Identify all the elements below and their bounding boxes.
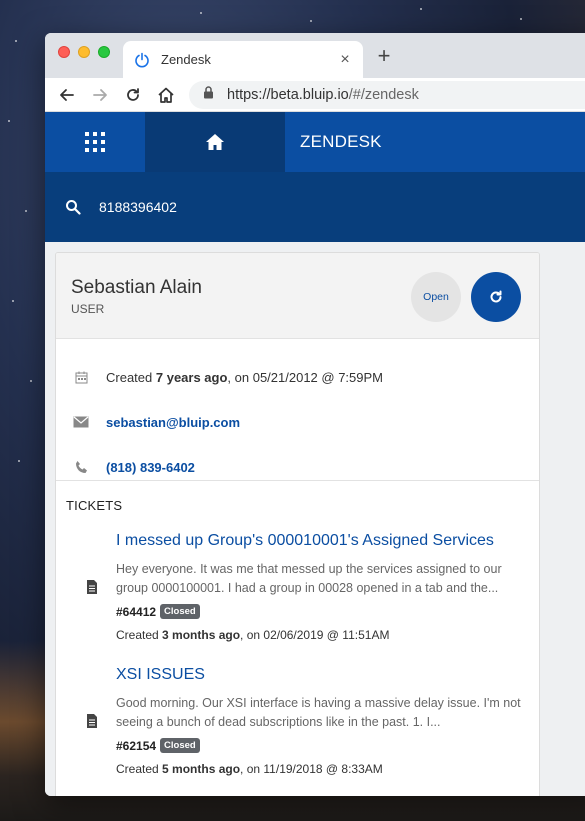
section-divider xyxy=(56,480,539,481)
url-host: beta.bluip.io xyxy=(270,86,349,103)
apps-grid-button[interactable] xyxy=(45,112,145,172)
arrow-left-icon xyxy=(60,88,74,101)
main-content: Sebastian Alain USER Open Created 7 year… xyxy=(45,242,585,796)
tab-strip: Zendesk × + xyxy=(45,33,585,78)
phone-row: (818) 839-6402 xyxy=(56,455,539,479)
search-icon xyxy=(65,199,83,215)
tab-title: Zendesk xyxy=(161,52,211,67)
app-home-button[interactable] xyxy=(145,112,285,172)
ticket-description: Good morning. Our XSI interface is havin… xyxy=(116,696,521,729)
user-email-link[interactable]: sebastian@bluip.com xyxy=(106,415,240,430)
search-input[interactable]: 8188396402 xyxy=(99,199,177,215)
url-scheme: https:// xyxy=(227,86,271,103)
email-row: sebastian@bluip.com xyxy=(56,410,539,434)
user-card-header: Sebastian Alain USER Open xyxy=(56,253,539,339)
envelope-icon xyxy=(73,414,89,430)
arrow-right-icon xyxy=(93,88,107,101)
user-created-text: Created 7 years ago, on 05/21/2012 @ 7:5… xyxy=(106,369,384,385)
refresh-icon xyxy=(490,290,502,303)
maximize-window-button[interactable] xyxy=(98,46,110,58)
reload-button[interactable] xyxy=(123,85,143,105)
ticket-meta: #62154 Closed xyxy=(116,738,200,753)
minimize-window-button[interactable] xyxy=(78,46,90,58)
ticket-number: #64412 xyxy=(116,604,157,619)
browser-toolbar: https://beta.bluip.io/#/zendesk xyxy=(45,78,585,112)
document-icon xyxy=(87,714,97,728)
user-card: Sebastian Alain USER Open Created 7 year… xyxy=(55,252,540,796)
home-outline-icon xyxy=(158,87,174,103)
search-bar[interactable]: 8188396402 xyxy=(45,172,585,242)
reload-icon xyxy=(127,87,139,101)
tab-zendesk[interactable]: Zendesk × xyxy=(123,41,363,78)
browser-window: Zendesk × + https://beta.bluip.io/#/zend… xyxy=(45,33,585,796)
status-badge: Closed xyxy=(160,738,200,753)
app-title: ZENDESK xyxy=(300,132,382,151)
phone-icon xyxy=(73,459,89,475)
tickets-heading: TICKETS xyxy=(66,498,123,513)
status-badge: Closed xyxy=(160,604,200,619)
url-path: /#/zendesk xyxy=(348,86,419,103)
refresh-button[interactable] xyxy=(471,272,521,322)
address-bar[interactable]: https://beta.bluip.io/#/zendesk xyxy=(189,80,585,109)
ticket-subject-link[interactable]: I messed up Group's 000010001's Assigned… xyxy=(116,532,494,550)
document-icon xyxy=(87,580,97,594)
created-row: Created 7 years ago, on 05/21/2012 @ 7:5… xyxy=(56,365,539,389)
open-button[interactable]: Open xyxy=(411,272,461,322)
home-button[interactable] xyxy=(156,85,176,105)
power-icon xyxy=(133,51,151,69)
ticket-subject-link[interactable]: XSI ISSUES xyxy=(116,666,205,684)
user-role: USER xyxy=(71,302,105,316)
app-header: ZENDESK xyxy=(45,112,585,172)
forward-button[interactable] xyxy=(90,85,110,105)
ticket-meta: #64412 Closed xyxy=(116,604,200,619)
close-tab-icon[interactable]: × xyxy=(337,51,353,69)
user-name: Sebastian Alain xyxy=(71,277,202,298)
close-window-button[interactable] xyxy=(58,46,70,58)
calendar-icon xyxy=(73,369,89,385)
home-icon xyxy=(206,134,224,150)
ticket-created-text: Created 3 months ago, on 02/06/2019 @ 11… xyxy=(116,628,390,642)
new-tab-button[interactable]: + xyxy=(373,45,395,67)
ticket-created-text: Created 5 months ago, on 11/19/2018 @ 8:… xyxy=(116,762,383,776)
ticket-number: #62154 xyxy=(116,738,157,753)
ticket-description: Hey everyone. It was me that messed up t… xyxy=(116,562,502,595)
lock-icon xyxy=(203,86,217,103)
apps-grid-icon xyxy=(85,132,105,152)
user-phone-link[interactable]: (818) 839-6402 xyxy=(106,460,195,475)
back-button[interactable] xyxy=(57,85,77,105)
